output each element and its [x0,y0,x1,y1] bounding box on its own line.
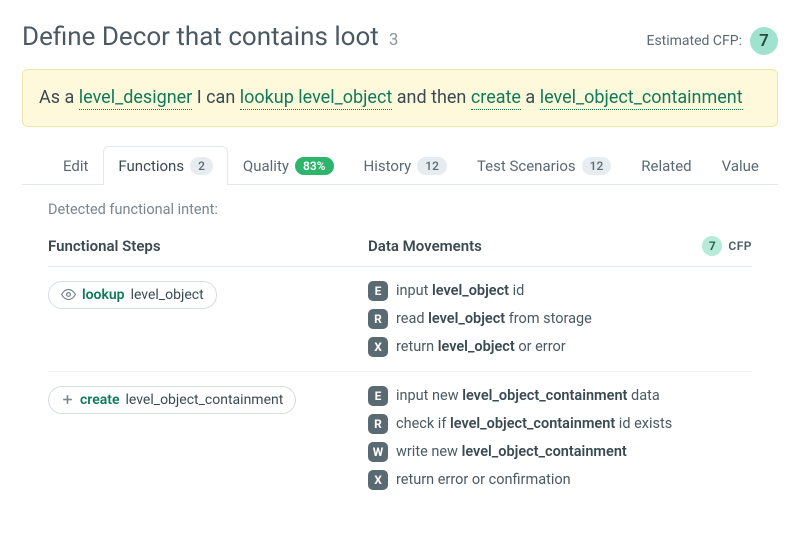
movement-row: Xreturn error or confirmation [368,470,752,490]
movement-row: Einput new level_object_containment data [368,386,752,406]
col-header-steps: Functional Steps [48,237,368,255]
tabs-bar: Edit Functions 2 Quality 83% History 12 … [22,145,778,185]
tab-quality-pct: 83% [295,157,334,175]
page-title: Define Decor that contains loot [22,22,379,52]
movement-pre: input [396,282,432,299]
col-header-movements: Data Movements [368,237,702,255]
story-role-link[interactable]: level_designer [79,87,193,110]
tab-quality[interactable]: Quality 83% [228,146,349,185]
tab-history[interactable]: History 12 [349,146,462,185]
intent-label: Detected functional intent: [48,201,752,218]
tab-label: Edit [63,157,88,175]
tab-value[interactable]: Value [707,146,774,185]
movement-code-badge: X [368,337,388,357]
movement-bold: level_object [438,338,515,355]
movement-text: input level_object id [396,282,524,299]
movement-row: Rread level_object from storage [368,309,752,329]
step-object: level_object [131,287,204,303]
step-row: lookup level_objectEinput level_object i… [48,267,752,372]
movement-bold: level_object_containment [450,415,615,432]
tab-scenarios-count: 12 [582,157,612,175]
movement-pre: check if [396,415,450,432]
step-verb: create [80,392,120,408]
movement-pre: input new [396,387,462,404]
movement-bold: level_object_containment [462,387,627,404]
story-text: and then [392,87,471,108]
tab-label: History [364,157,412,175]
movement-code-badge: E [368,281,388,301]
movement-text: write new level_object_containment [396,443,627,460]
tab-label: Value [722,157,759,175]
movement-post: from storage [505,310,592,327]
step-object: level_object_containment [126,392,284,408]
step-chip-create[interactable]: create level_object_containment [48,386,296,414]
user-story-box: As a level_designer I can lookup level_o… [22,69,778,127]
story-action-lookup-link[interactable]: lookup level_object [240,87,393,110]
movement-text: return level_object or error [396,338,566,355]
step-row: create level_object_containmentEinput ne… [48,372,752,504]
movement-bold: level_object_containment [462,443,627,460]
tab-related[interactable]: Related [626,146,706,185]
movement-bold: level_object [428,310,505,327]
movement-pre: return error or confirmation [396,471,571,488]
tab-functions-count: 2 [190,157,213,175]
tab-history-count: 12 [417,157,447,175]
cfp-value: 7 [750,27,778,55]
tab-label: Functions [118,157,184,175]
movement-pre: read [396,310,428,327]
cfp-summary: 7 CFP [702,236,752,256]
step-chip-lookup[interactable]: lookup level_object [48,281,217,309]
story-text: As a [39,87,79,108]
movement-code-badge: R [368,309,388,329]
cfp-estimate: Estimated CFP: 7 [646,27,778,55]
movement-row: Rcheck if level_object_containment id ex… [368,414,752,434]
eye-icon [61,287,76,302]
movement-code-badge: W [368,442,388,462]
cfp-summary-label: CFP [728,239,752,253]
movement-row: Einput level_object id [368,281,752,301]
tab-test-scenarios[interactable]: Test Scenarios 12 [462,146,626,185]
movement-code-badge: X [368,470,388,490]
movement-row: Wwrite new level_object_containment [368,442,752,462]
movement-post: data [627,387,659,404]
movement-bold: level_object [432,282,509,299]
story-object-link[interactable]: level_object_containment [540,87,743,110]
tab-functions[interactable]: Functions 2 [103,146,228,185]
movement-post: id exists [615,415,672,432]
tab-label: Test Scenarios [477,157,576,175]
tab-label: Related [641,157,691,175]
movement-code-badge: E [368,386,388,406]
movement-text: read level_object from storage [396,310,592,327]
movement-code-badge: R [368,414,388,434]
movement-pre: write new [396,443,462,460]
movement-post: id [509,282,524,299]
tab-edit[interactable]: Edit [48,146,103,185]
plus-icon [61,393,74,406]
tab-label: Quality [243,157,289,175]
movement-text: check if level_object_containment id exi… [396,415,672,432]
title-id-badge: 3 [389,30,399,50]
cfp-label: Estimated CFP: [646,33,742,49]
story-action-create-link[interactable]: create [471,87,521,110]
movement-post: or error [515,338,566,355]
cfp-summary-value: 7 [702,236,722,256]
step-verb: lookup [82,287,125,303]
story-text: a [521,87,540,108]
movement-text: return error or confirmation [396,471,571,488]
movement-pre: return [396,338,438,355]
movement-text: input new level_object_containment data [396,387,660,404]
movement-row: Xreturn level_object or error [368,337,752,357]
story-text: I can [192,87,239,108]
